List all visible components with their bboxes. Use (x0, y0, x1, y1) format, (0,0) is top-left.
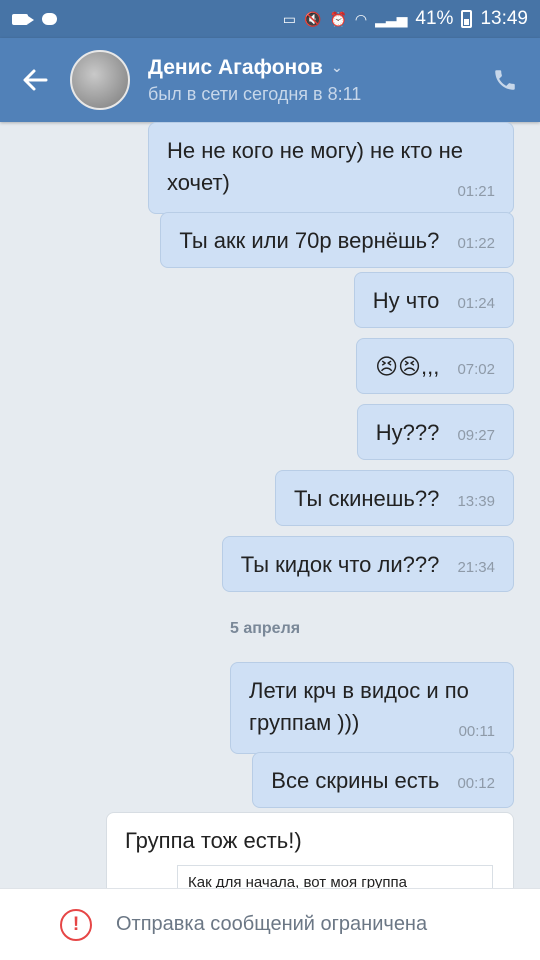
message-text: Ты акк или 70р вернёшь? (179, 228, 440, 253)
message-outgoing[interactable]: Ну??? 09:27 (356, 404, 514, 460)
chat-header: Денис Агафонов ⌄ был в сети сегодня в 8:… (0, 38, 540, 122)
message-outgoing[interactable]: Ты кидок что ли??? 21:34 (221, 536, 514, 592)
message-list[interactable]: Не не кого не могу) не кто не хочет) 01:… (0, 122, 540, 888)
message-text: Ну??? (375, 420, 440, 445)
restriction-text: Отправка сообщений ограничена (116, 913, 428, 935)
message-outgoing[interactable]: Все скрины есть 00:12 (252, 752, 514, 808)
wifi-icon: ◠ (354, 10, 368, 27)
message-text: Не не кого не могу) не кто не хочет) (167, 138, 463, 195)
message-time: 01:24 (457, 295, 495, 312)
message-outgoing[interactable]: Ну что 01:24 (353, 272, 514, 328)
date-separator: 5 апреля (230, 620, 301, 637)
message-time: 21:34 (457, 559, 495, 576)
message-text: 😣😣,,, (375, 354, 440, 379)
phone-icon (495, 70, 515, 90)
message-time: 01:21 (457, 182, 495, 200)
cast-icon: ▭ (282, 10, 297, 27)
message-outgoing[interactable]: 😣😣,,, 07:02 (356, 338, 514, 394)
message-time: 13:39 (457, 493, 495, 510)
signal-icon: ▂▃▅ (375, 10, 408, 27)
status-bar: ▭ 🔇 ⏰ ◠ ▂▃▅ 41% 13:49 (0, 0, 540, 38)
message-text: Группа тож есть!) (125, 828, 302, 853)
alert-circle-icon: ! (60, 908, 92, 941)
message-text: Ты скинешь?? (294, 486, 440, 511)
mute-icon: 🔇 (304, 10, 322, 27)
contact-name: Денис Агафонов (148, 55, 323, 79)
message-outgoing[interactable]: Лети крч в видос и по группам ))) 00:11 (230, 662, 514, 754)
back-button[interactable] (0, 38, 70, 122)
message-text: Ты кидок что ли??? (240, 552, 440, 577)
message-time: 00:11 (458, 722, 495, 740)
clock: 13:49 (480, 8, 528, 29)
message-time: 01:22 (457, 235, 495, 252)
messaging-restricted-bar: ! Отправка сообщений ограничена (0, 888, 540, 960)
message-incoming[interactable]: Группа тож есть!) Как для начала, вот мо… (106, 812, 514, 888)
call-button[interactable] (470, 38, 540, 122)
message-time: 00:12 (457, 775, 495, 792)
video-icon (12, 13, 34, 25)
message-time: 07:02 (457, 361, 495, 378)
avatar[interactable] (70, 50, 130, 110)
message-text: Все скрины есть (271, 768, 440, 793)
message-text: Ну что (372, 288, 440, 313)
chevron-down-icon: ⌄ (330, 59, 343, 75)
arrow-left-icon (23, 69, 48, 91)
battery-percent: 41% (415, 8, 454, 29)
message-outgoing[interactable]: Не не кого не могу) не кто не хочет) 01:… (148, 122, 514, 214)
message-text: Лети крч в видос и по группам ))) (249, 678, 469, 735)
alarm-icon: ⏰ (329, 10, 347, 27)
battery-icon (461, 10, 473, 28)
link-preview-text: Как для начала, вот моя группа (188, 874, 408, 888)
chat-icon (42, 13, 57, 25)
link-preview[interactable]: Как для начала, вот моя группа (177, 865, 493, 888)
contact-info[interactable]: Денис Агафонов ⌄ был в сети сегодня в 8:… (148, 56, 361, 105)
contact-status: был в сети сегодня в 8:11 (148, 83, 362, 104)
message-time: 09:27 (457, 427, 495, 444)
message-outgoing[interactable]: Ты скинешь?? 13:39 (275, 470, 514, 526)
message-outgoing[interactable]: Ты акк или 70р вернёшь? 01:22 (160, 212, 514, 268)
